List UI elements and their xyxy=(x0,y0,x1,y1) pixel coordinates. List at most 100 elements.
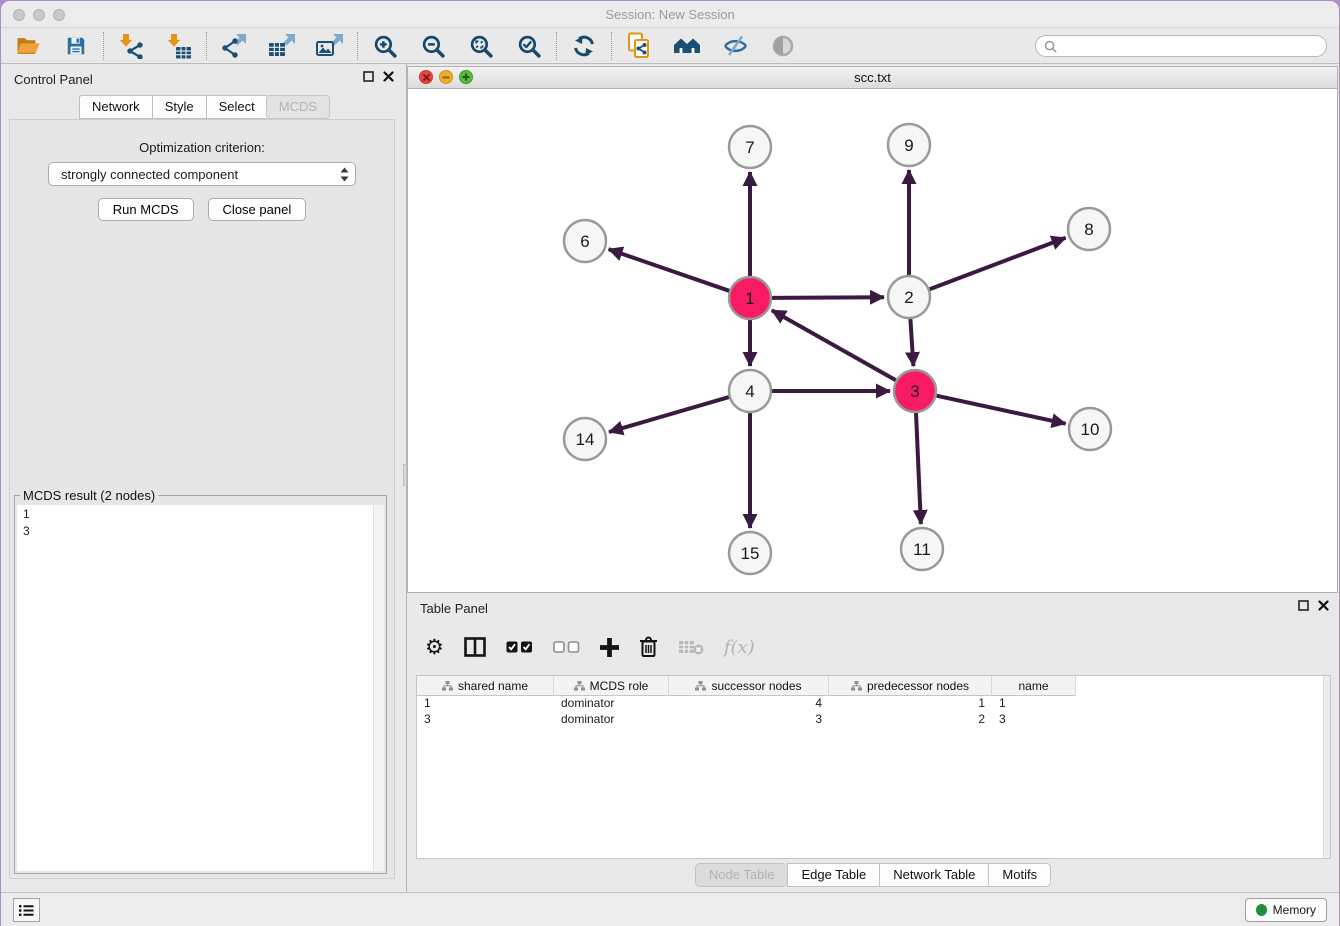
graph-edge[interactable] xyxy=(910,319,913,366)
column-header-predecessor-nodes[interactable]: predecessor nodes xyxy=(829,676,992,696)
network-titlebar: scc.txt xyxy=(408,67,1337,89)
open-file-icon xyxy=(15,35,41,57)
main-titlebar: Session: New Session xyxy=(1,1,1339,28)
mcds-result-area[interactable]: 1 3 xyxy=(17,505,384,871)
svg-text:11: 11 xyxy=(913,540,931,559)
zoom-in-button[interactable] xyxy=(371,32,399,60)
mcds-result-title: MCDS result (2 nodes) xyxy=(20,488,158,503)
main-toolbar xyxy=(1,29,1339,64)
houses-icon xyxy=(673,34,701,58)
deselect-all-columns-button[interactable] xyxy=(553,634,580,660)
svg-text:6: 6 xyxy=(580,232,589,251)
first-neighbors-button[interactable] xyxy=(673,32,701,60)
import-network-button[interactable] xyxy=(117,32,145,60)
close-panel-icon[interactable] xyxy=(383,71,394,82)
graph-node[interactable]: 6 xyxy=(564,220,606,262)
graph-node[interactable]: 8 xyxy=(1068,208,1110,250)
column-header-name[interactable]: name xyxy=(992,676,1076,696)
import-table-icon xyxy=(166,33,192,59)
open-file-button[interactable] xyxy=(14,32,42,60)
graph-node[interactable]: 2 xyxy=(888,276,930,318)
close-panel-button[interactable]: Close panel xyxy=(208,198,307,221)
graph-node[interactable]: 14 xyxy=(564,418,606,460)
tab-motifs[interactable]: Motifs xyxy=(988,863,1051,887)
result-line: 3 xyxy=(23,523,378,540)
svg-text:2: 2 xyxy=(904,288,913,307)
graph-node[interactable]: 15 xyxy=(729,532,771,574)
search-icon xyxy=(1044,40,1057,53)
add-column-button[interactable] xyxy=(600,634,619,660)
graph-node[interactable]: 4 xyxy=(729,370,771,412)
graph-edge[interactable] xyxy=(772,310,896,380)
tab-network[interactable]: Network xyxy=(79,95,152,119)
optimization-criterion-label: Optimization criterion: xyxy=(10,140,394,155)
table-scrollbar[interactable] xyxy=(1323,676,1330,858)
graph-edge[interactable] xyxy=(937,396,1066,424)
column-header-mcds-role[interactable]: MCDS role xyxy=(554,676,669,696)
import-table-button[interactable] xyxy=(165,32,193,60)
split-columns-button[interactable] xyxy=(464,634,486,660)
zoom-selected-button[interactable] xyxy=(515,32,543,60)
network-view-window: scc.txt 7 9 6 8 1 2 4 3 14 10 15 11 xyxy=(407,66,1338,593)
graph-node[interactable]: 1 xyxy=(729,277,771,319)
function-builder-button-disabled: f(x) xyxy=(724,634,755,660)
column-header-successor-nodes[interactable]: successor nodes xyxy=(669,676,829,696)
graph-node[interactable]: 10 xyxy=(1069,408,1111,450)
tab-network-table[interactable]: Network Table xyxy=(879,863,988,887)
tab-mcds[interactable]: MCDS xyxy=(266,95,330,119)
refresh-layout-button[interactable] xyxy=(570,32,598,60)
save-session-button[interactable] xyxy=(62,32,90,60)
duplicate-network-icon xyxy=(626,32,652,60)
graph-edge[interactable] xyxy=(609,397,729,432)
network-canvas[interactable]: 7 9 6 8 1 2 4 3 14 10 15 11 xyxy=(408,89,1338,592)
graph-edge[interactable] xyxy=(930,238,1066,289)
run-mcds-button[interactable]: Run MCDS xyxy=(98,198,194,221)
save-icon xyxy=(65,35,87,57)
close-panel-icon[interactable] xyxy=(1318,600,1329,611)
search-field[interactable] xyxy=(1035,35,1327,57)
float-panel-icon[interactable] xyxy=(1298,600,1309,611)
tab-edge-table[interactable]: Edge Table xyxy=(787,863,879,887)
search-input[interactable] xyxy=(1062,39,1318,53)
table-row[interactable]: 3 dominator 3 2 3 xyxy=(417,712,1330,728)
split-columns-icon xyxy=(464,637,486,657)
control-panel: Control Panel Network Style Select MCDS … xyxy=(1,64,404,892)
float-panel-icon[interactable] xyxy=(363,71,374,82)
column-header-shared-name[interactable]: shared name xyxy=(417,676,554,696)
column-tree-icon xyxy=(574,681,585,691)
tab-node-table[interactable]: Node Table xyxy=(695,863,788,887)
result-scrollbar[interactable] xyxy=(373,505,384,871)
graph-node[interactable]: 7 xyxy=(729,126,771,168)
table-settings-button[interactable]: ⚙ xyxy=(425,634,444,660)
export-image-button[interactable] xyxy=(316,32,344,60)
show-all-button[interactable] xyxy=(769,32,797,60)
graph-node[interactable]: 3 xyxy=(894,370,936,412)
delete-column-button[interactable] xyxy=(639,634,658,660)
export-table-button[interactable] xyxy=(268,32,296,60)
app-window: Session: New Session xyxy=(1,1,1339,926)
trash-icon xyxy=(639,636,658,658)
tab-select[interactable]: Select xyxy=(206,95,267,119)
table-row[interactable]: 1 dominator 4 1 1 xyxy=(417,696,1330,712)
hide-selected-button[interactable] xyxy=(721,32,749,60)
graph-edge[interactable] xyxy=(916,413,921,524)
checked-boxes-icon xyxy=(506,641,533,653)
show-eye-icon xyxy=(771,34,795,58)
graph-edge[interactable] xyxy=(772,297,884,298)
svg-text:8: 8 xyxy=(1084,220,1093,239)
control-panel-title: Control Panel xyxy=(14,72,93,87)
graph-edge[interactable] xyxy=(609,249,730,291)
select-all-columns-button[interactable] xyxy=(506,634,533,660)
zoom-out-button[interactable] xyxy=(419,32,447,60)
memory-button[interactable]: Memory xyxy=(1245,898,1327,922)
duplicate-network-button[interactable] xyxy=(625,32,653,60)
memory-status-dot xyxy=(1256,904,1267,916)
criterion-dropdown[interactable]: strongly connected component xyxy=(48,162,356,186)
tab-style[interactable]: Style xyxy=(152,95,206,119)
mcds-result-box: MCDS result (2 nodes) 1 3 xyxy=(14,488,387,874)
task-history-button[interactable] xyxy=(13,898,40,922)
export-network-button[interactable] xyxy=(220,32,248,60)
zoom-fit-button[interactable] xyxy=(467,32,495,60)
graph-node[interactable]: 11 xyxy=(901,528,943,570)
graph-node[interactable]: 9 xyxy=(888,124,930,166)
